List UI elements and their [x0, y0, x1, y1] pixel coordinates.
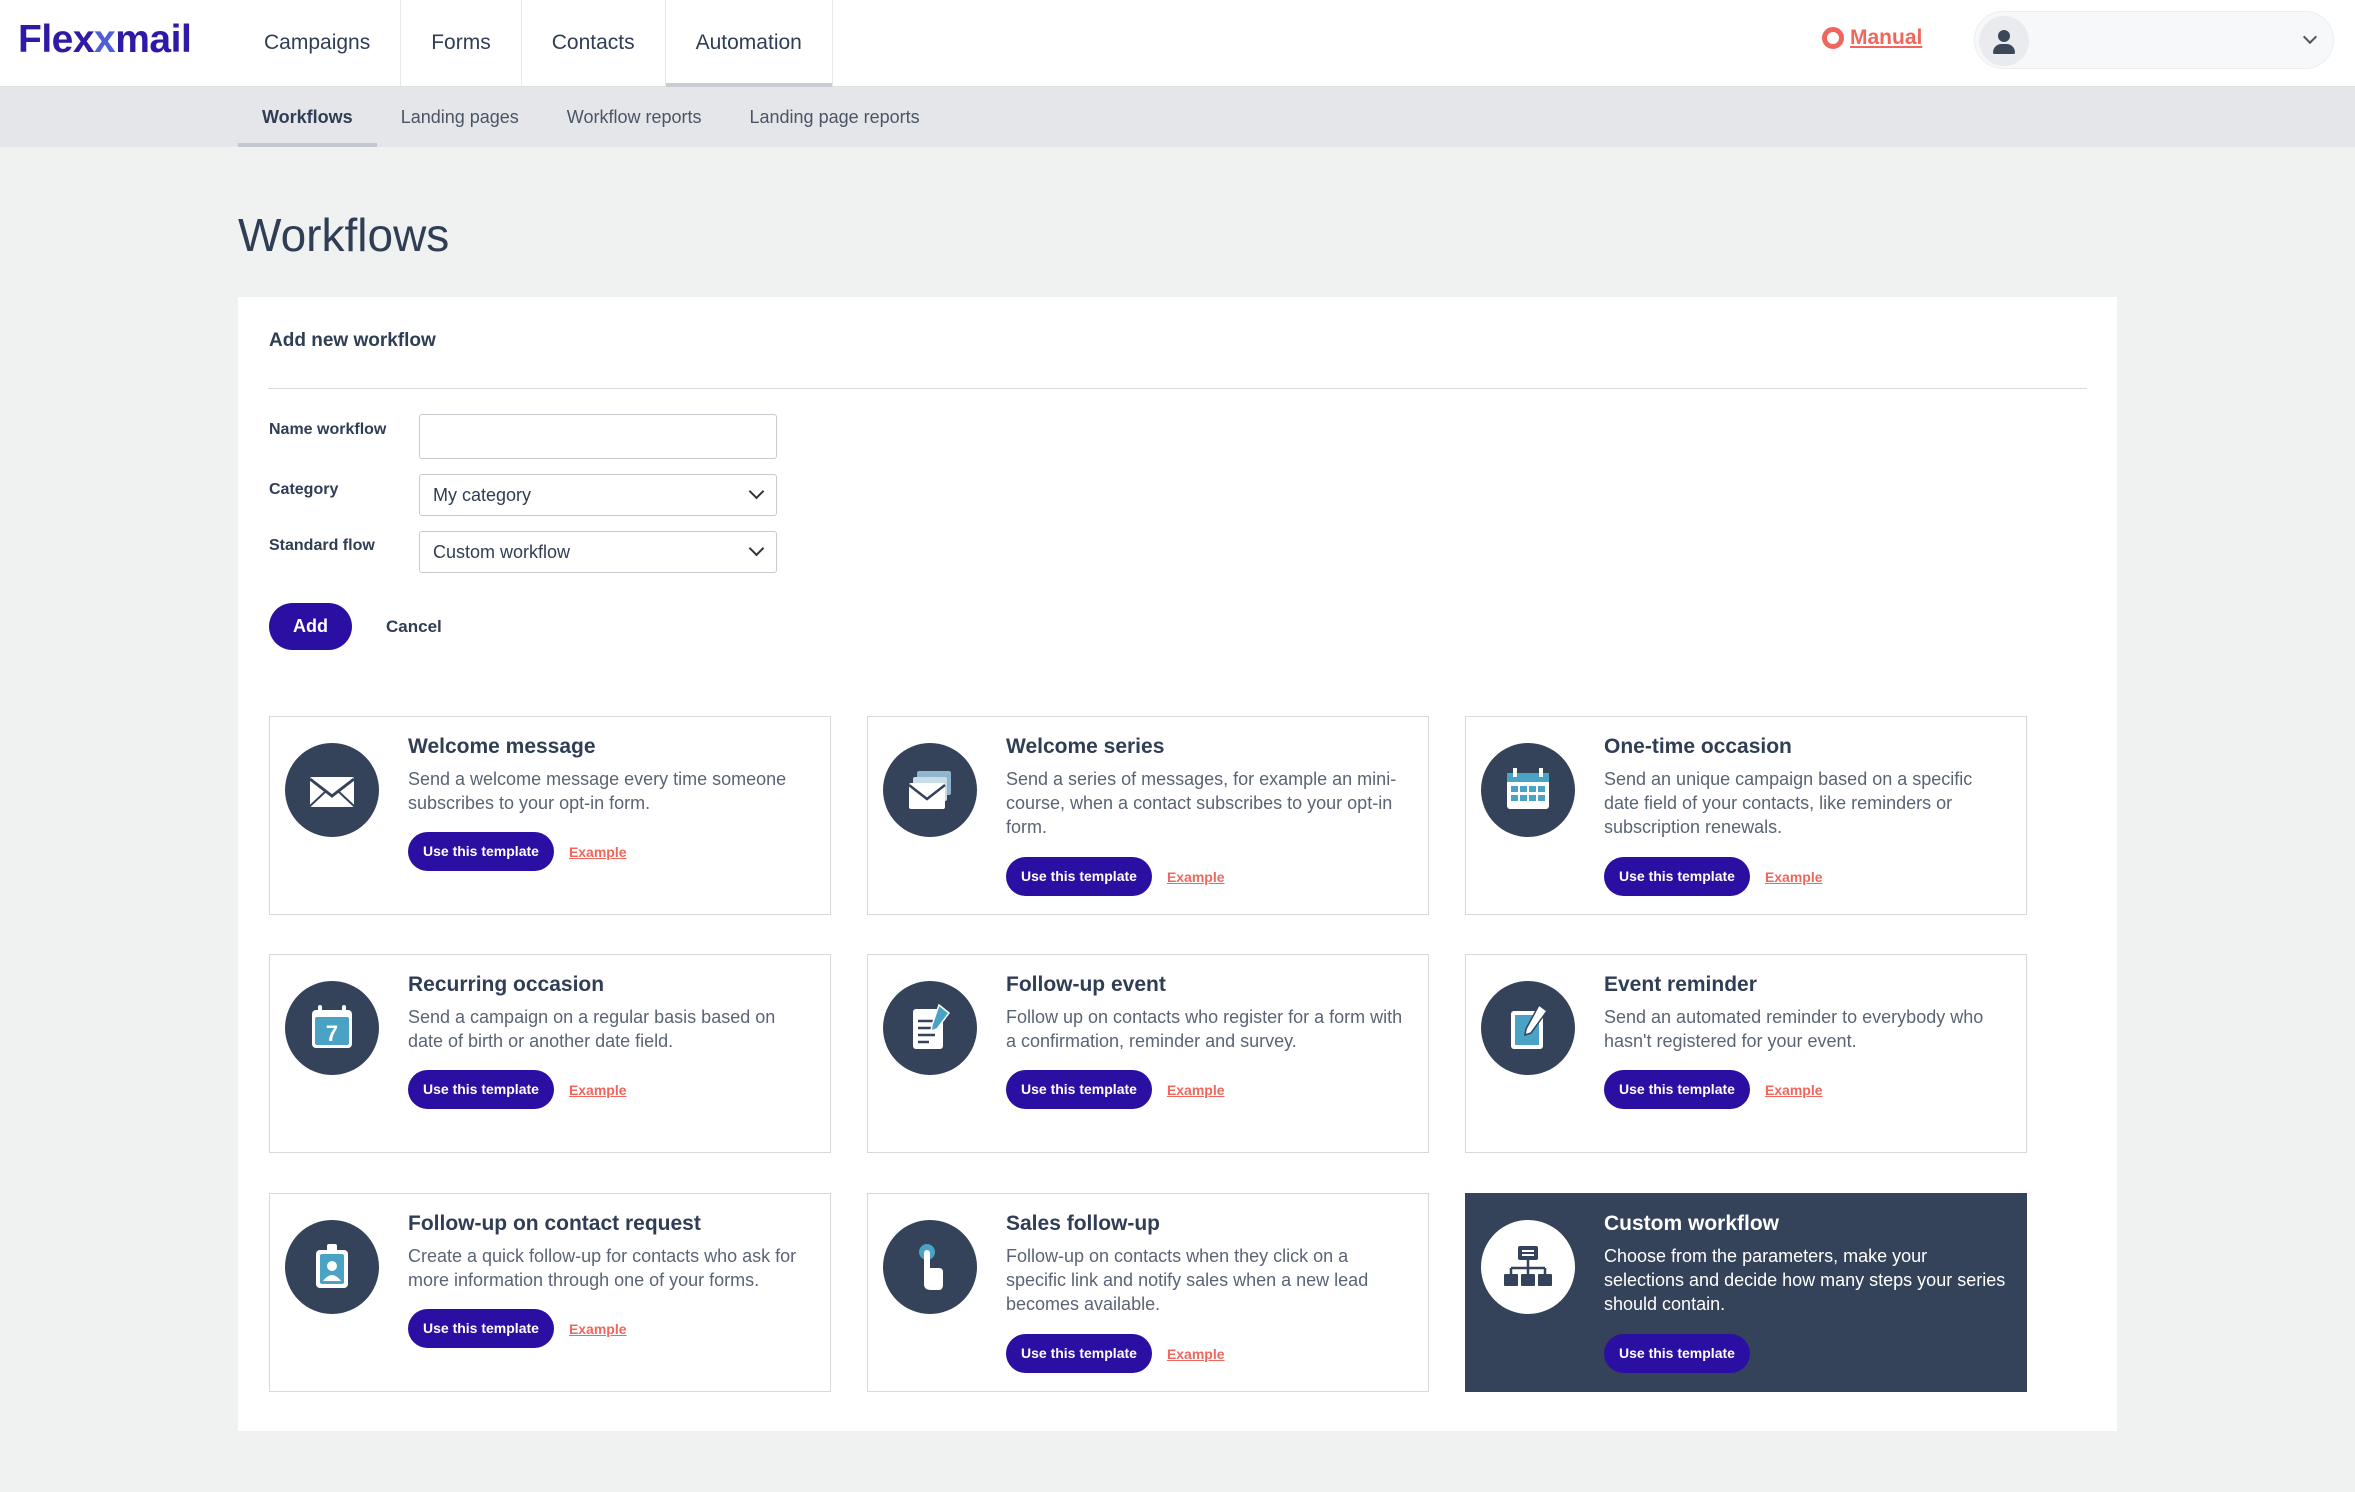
name-workflow-input[interactable] [419, 414, 777, 459]
page-title: Workflows [238, 209, 450, 261]
card-description: Send a welcome message every time someon… [408, 769, 787, 813]
cancel-button[interactable]: Cancel [386, 603, 442, 650]
calendar-icon [1481, 743, 1575, 837]
form-edit-icon [883, 981, 977, 1075]
manual-link[interactable]: Manual [1822, 26, 1922, 50]
card-description: Choose from the parameters, make your se… [1604, 1246, 2006, 1314]
name-workflow-label: Name workflow [269, 421, 387, 438]
chevron-down-icon [748, 540, 765, 557]
example-link[interactable]: Example [569, 844, 627, 860]
card-title: Event reminder [1604, 973, 1757, 996]
nav-contacts[interactable]: Contacts [522, 0, 666, 86]
template-card-one-time-occasion: One-time occasion Send an unique campaig… [1465, 716, 2027, 915]
logo-text-x: x [94, 18, 116, 61]
template-card-sales-follow-up: Sales follow-up Follow-up on contacts wh… [867, 1193, 1429, 1392]
use-template-button[interactable]: Use this template [1604, 1334, 1750, 1373]
user-menu[interactable] [1974, 11, 2334, 69]
chevron-down-icon [2302, 29, 2318, 45]
main-nav: Campaigns Forms Contacts Automation [234, 0, 833, 87]
category-label: Category [269, 481, 339, 498]
card-title: One-time occasion [1604, 735, 1792, 758]
example-link[interactable]: Example [1167, 869, 1225, 885]
card-title: Follow-up event [1006, 973, 1166, 996]
note-edit-icon [1481, 981, 1575, 1075]
hierarchy-icon [1481, 1220, 1575, 1314]
click-hand-icon [883, 1220, 977, 1314]
logo-text-prefix: Flex [18, 18, 95, 61]
card-description: Follow-up on contacts when they click on… [1006, 1246, 1369, 1314]
calendar-day-icon: 7 [285, 981, 379, 1075]
card-title: Sales follow-up [1006, 1212, 1161, 1235]
nav-forms[interactable]: Forms [401, 0, 522, 86]
tab-workflows[interactable]: Workflows [238, 87, 377, 147]
nav-campaigns[interactable]: Campaigns [234, 0, 402, 86]
card-description: Send a series of messages, for example a… [1006, 769, 1397, 837]
template-card-custom-workflow: Custom workflow Choose from the paramete… [1465, 1193, 2027, 1392]
example-link[interactable]: Example [1167, 1082, 1225, 1098]
example-link[interactable]: Example [1167, 1346, 1225, 1362]
chevron-down-icon [748, 483, 765, 500]
use-template-button[interactable]: Use this template [1006, 857, 1152, 896]
example-link[interactable]: Example [569, 1321, 627, 1337]
card-title: Recurring occasion [408, 973, 605, 996]
badge-icon [285, 1220, 379, 1314]
tab-landing-pages[interactable]: Landing pages [377, 87, 543, 147]
use-template-button[interactable]: Use this template [1604, 1070, 1750, 1109]
logo-text-suffix: mail [115, 18, 192, 61]
card-description: Follow up on contacts who register for a… [1006, 1007, 1403, 1051]
envelopes-icon [883, 743, 977, 837]
use-template-button[interactable]: Use this template [1006, 1070, 1152, 1109]
template-card-recurring-occasion: 7 Recurring occasion Send a campaign on … [269, 954, 831, 1153]
tab-landing-page-reports[interactable]: Landing page reports [726, 87, 944, 147]
template-card-welcome-series: Welcome series Send a series of messages… [867, 716, 1429, 915]
lifebuoy-icon [1822, 27, 1844, 49]
use-template-button[interactable]: Use this template [408, 832, 554, 871]
card-description: Send a campaign on a regular basis based… [408, 1007, 776, 1051]
use-template-button[interactable]: Use this template [408, 1070, 554, 1109]
card-title: Welcome message [408, 735, 596, 758]
calendar-day-number: 7 [326, 1021, 338, 1046]
card-title: Custom workflow [1604, 1212, 1780, 1235]
use-template-button[interactable]: Use this template [1006, 1334, 1152, 1373]
template-card-event-reminder: Event reminder Send an automated reminde… [1465, 954, 2027, 1153]
template-card-follow-up-contact-request: Follow-up on contact request Create a qu… [269, 1193, 831, 1392]
top-bar: Flexxmail Campaigns Forms Contacts Autom… [0, 0, 2355, 87]
add-button[interactable]: Add [269, 603, 352, 650]
example-link[interactable]: Example [1765, 869, 1823, 885]
sub-nav: Workflows Landing pages Workflow reports… [0, 87, 2355, 147]
envelope-icon [285, 743, 379, 837]
category-value: My category [433, 485, 532, 505]
use-template-button[interactable]: Use this template [408, 1309, 554, 1348]
template-card-welcome-message: Welcome message Send a welcome message e… [269, 716, 831, 915]
standard-flow-label: Standard flow [269, 537, 375, 554]
tab-workflow-reports[interactable]: Workflow reports [543, 87, 726, 147]
logo[interactable]: Flexxmail [18, 18, 192, 62]
standard-flow-select[interactable]: Custom workflow [419, 531, 777, 573]
example-link[interactable]: Example [569, 1082, 627, 1098]
manual-label: Manual [1850, 26, 1923, 49]
standard-flow-value: Custom workflow [433, 542, 571, 562]
workflow-panel: Add new workflow Name workflow Category … [238, 297, 2117, 1431]
template-card-follow-up-event: Follow-up event Follow up on contacts wh… [867, 954, 1429, 1153]
nav-automation[interactable]: Automation [665, 0, 833, 87]
divider [268, 388, 2087, 389]
card-description: Send an unique campaign based on a speci… [1604, 769, 1973, 837]
card-description: Create a quick follow-up for contacts wh… [408, 1246, 797, 1290]
category-select[interactable]: My category [419, 474, 777, 516]
panel-title: Add new workflow [269, 330, 436, 351]
card-title: Follow-up on contact request [408, 1212, 701, 1235]
example-link[interactable]: Example [1765, 1082, 1823, 1098]
use-template-button[interactable]: Use this template [1604, 857, 1750, 896]
card-title: Welcome series [1006, 735, 1165, 758]
user-avatar-icon [1979, 16, 2029, 66]
card-description: Send an automated reminder to everybody … [1604, 1007, 1984, 1051]
